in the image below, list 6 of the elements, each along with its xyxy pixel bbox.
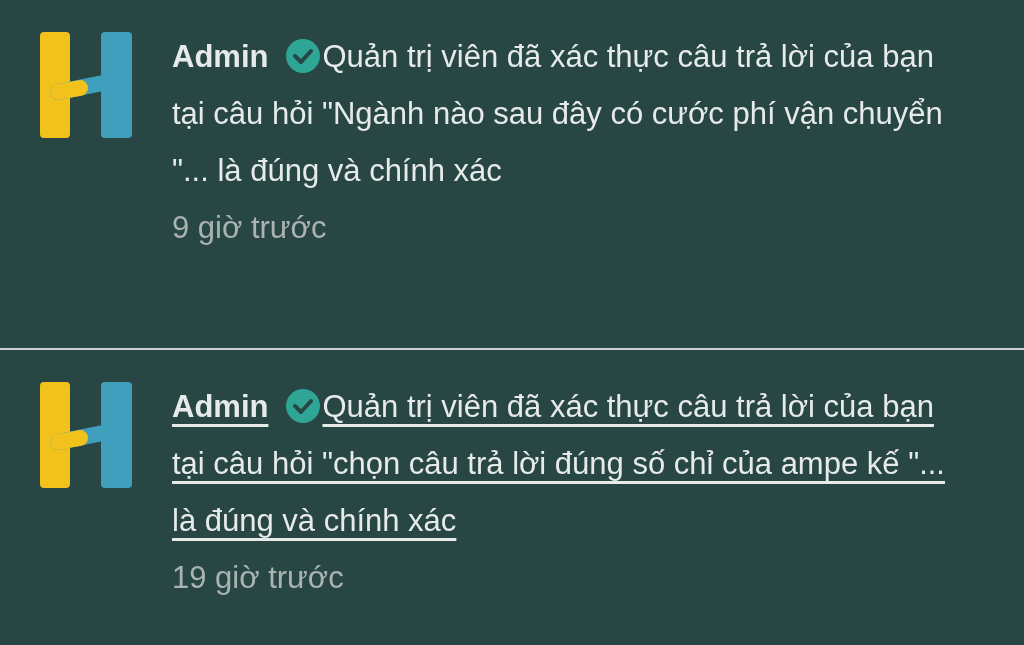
logo-icon xyxy=(40,32,133,138)
logo-icon xyxy=(40,382,133,488)
notification-message[interactable]: Admin Quản trị viên đã xác thực câu trả lời của bạn tại câu hỏi "chọn câu trả lời đúng số chỉ của ampe kế "... là đúng và chính xác xyxy=(172,378,972,549)
notification-message[interactable]: Admin Quản trị viên đã xác thực câu trả lời của bạn tại câu hỏi "Ngành nào sau đây có cước phí vận chuyển "... là đúng và chính xác xyxy=(172,28,972,199)
timestamp: 9 giờ trước xyxy=(172,209,328,247)
timestamp: 19 giờ trước xyxy=(172,559,345,597)
